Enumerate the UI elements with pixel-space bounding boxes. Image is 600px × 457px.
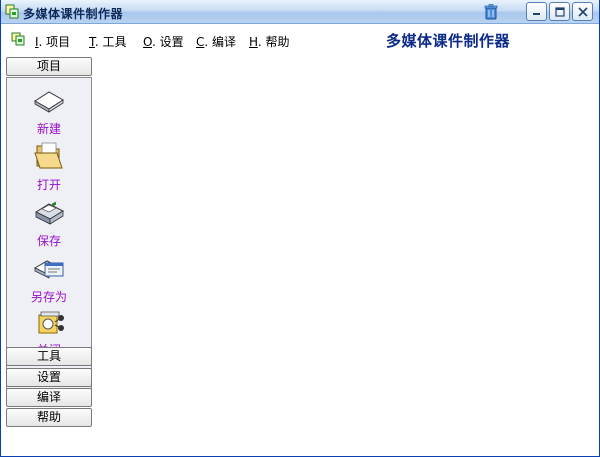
main-window: 多媒体课件制作器 I. 项目 T. 工具 O. 设置 C. 编译 H. 帮助 多… — [0, 0, 600, 457]
new-document-icon — [34, 91, 64, 113]
minimize-button[interactable] — [526, 2, 547, 21]
maximize-icon — [554, 6, 565, 17]
brand-title: 多媒体课件制作器 — [386, 32, 511, 50]
category-settings-button[interactable]: 设置 — [6, 368, 92, 387]
minimize-icon — [533, 13, 540, 15]
tool-label: 打开 — [36, 178, 61, 192]
close-window-icon — [577, 6, 588, 17]
close-icon — [38, 311, 64, 334]
open-folder-icon — [34, 142, 63, 169]
maximize-button[interactable] — [549, 2, 570, 21]
tool-label: 新建 — [36, 122, 61, 136]
category-project-button[interactable]: 项目 — [6, 57, 92, 76]
tool-new[interactable]: 新建 — [7, 86, 91, 137]
menu-bar: I. 项目 T. 工具 O. 设置 C. 编译 H. 帮助 多媒体课件制作器 — [1, 24, 599, 54]
category-compile-button[interactable]: 编译 — [6, 388, 92, 407]
save-icon — [34, 201, 65, 225]
tool-save-as[interactable]: 另存为 — [7, 252, 91, 305]
window-controls — [526, 2, 593, 21]
tool-label: 另存为 — [30, 290, 67, 304]
category-tools-button[interactable]: 工具 — [6, 347, 92, 366]
workspace-canvas[interactable] — [97, 57, 597, 452]
menu-item-compile[interactable]: C. 编译 — [196, 33, 236, 50]
tool-open[interactable]: 打开 — [7, 140, 91, 193]
sidebar: 项目 新建 打开 保存 另存为 工具 设置 编译 帮助 — [6, 57, 92, 432]
title-bar[interactable]: 多媒体课件制作器 — [1, 0, 599, 24]
close-window-button[interactable] — [572, 2, 593, 21]
menu-item-project[interactable]: I. 项目 — [35, 33, 70, 50]
save-as-icon — [33, 260, 64, 279]
trash-icon[interactable] — [484, 4, 498, 20]
tool-save[interactable]: 保存 — [7, 196, 91, 249]
tool-label: 保存 — [36, 234, 61, 248]
app-icon — [5, 4, 19, 19]
menu-item-settings[interactable]: O. 设置 — [143, 33, 184, 50]
menu-item-help[interactable]: H. 帮助 — [249, 33, 289, 50]
window-title: 多媒体课件制作器 — [23, 7, 124, 21]
menu-item-tools[interactable]: T. 工具 — [89, 33, 127, 50]
category-help-button[interactable]: 帮助 — [6, 408, 92, 427]
app-icon — [11, 32, 25, 46]
